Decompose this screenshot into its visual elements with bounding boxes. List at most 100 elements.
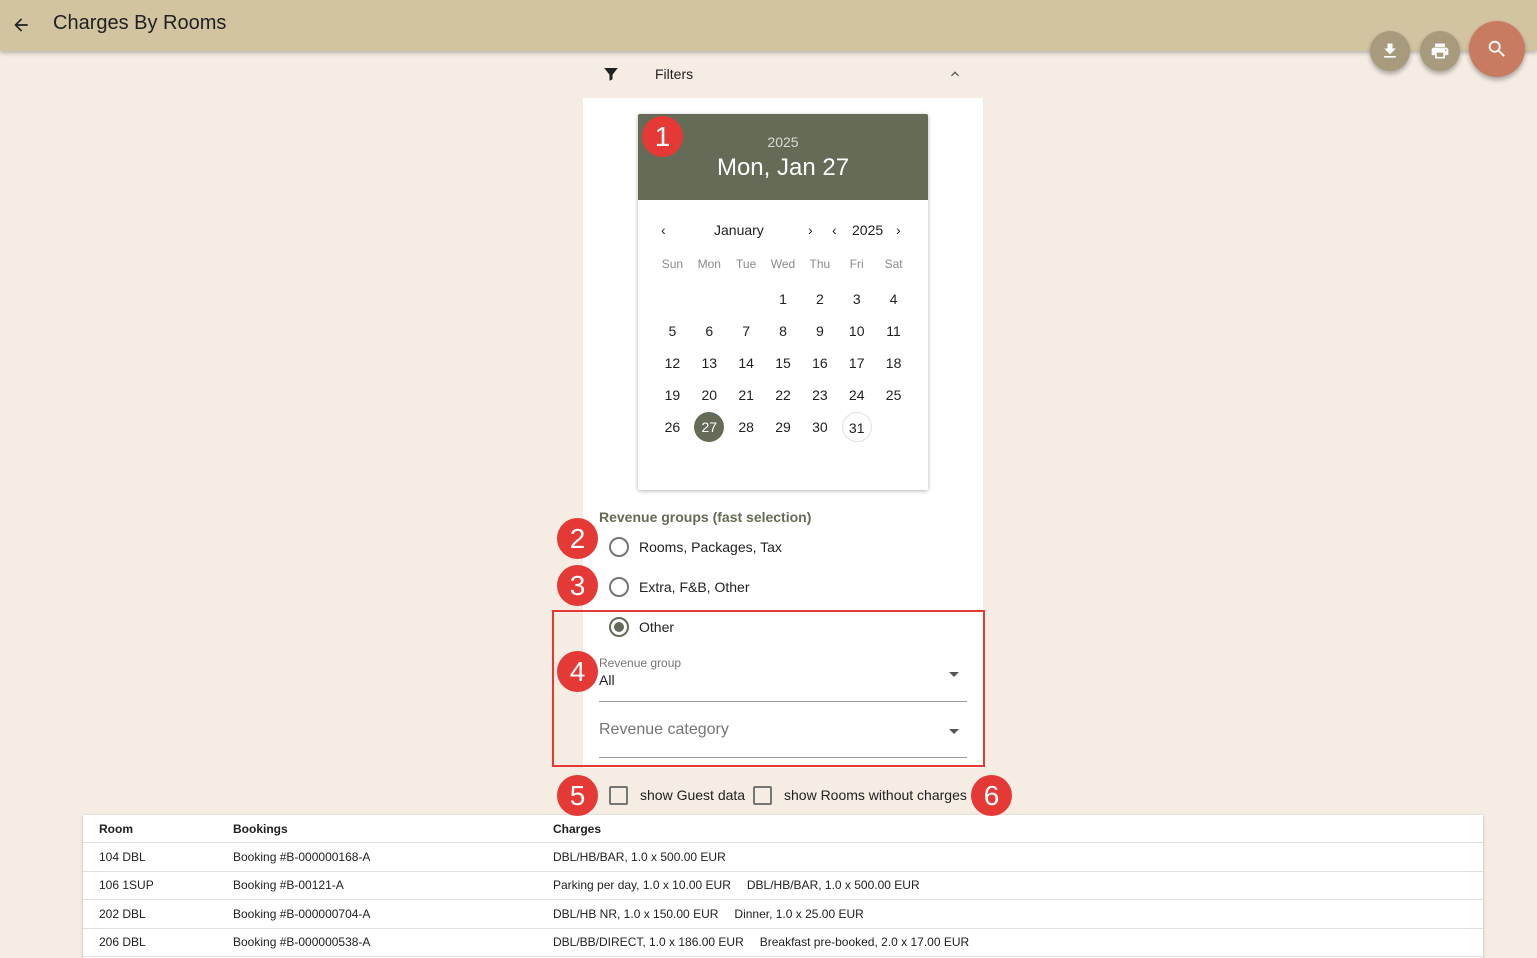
- calendar-day[interactable]: 28: [728, 411, 765, 443]
- show-guest-data-checkbox[interactable]: show Guest data: [609, 784, 745, 806]
- marker-3: 3: [557, 565, 598, 606]
- header-bookings[interactable]: Bookings: [233, 822, 553, 836]
- calendar-day[interactable]: 12: [654, 347, 691, 379]
- back-button[interactable]: [6, 9, 36, 41]
- charge-item: Breakfast pre-booked, 2.0 x 17.00 EUR: [759, 935, 970, 950]
- calendar-day[interactable]: 31: [838, 411, 875, 443]
- calendar-day[interactable]: 23: [801, 379, 838, 411]
- print-icon: [1431, 43, 1449, 59]
- calendar-day[interactable]: 5: [654, 315, 691, 347]
- calendar-day-number: 9: [815, 323, 824, 339]
- calendar-day[interactable]: 8: [765, 315, 802, 347]
- charge-item: DBL/HB/BAR, 1.0 x 500.00 EUR: [553, 849, 726, 864]
- download-button[interactable]: [1370, 31, 1410, 71]
- calendar-day-number: 3: [852, 291, 861, 307]
- calendar-day[interactable]: 14: [728, 347, 765, 379]
- calendar-day[interactable]: 2: [801, 283, 838, 315]
- calendar-day[interactable]: 1: [765, 283, 802, 315]
- calendar-day[interactable]: 27: [691, 411, 728, 443]
- calendar-day[interactable]: 4: [875, 283, 912, 315]
- table-row[interactable]: 202 DBL Booking #B-000000704-A DBL/HB NR, …: [83, 900, 1483, 929]
- highlight-box: [552, 610, 985, 767]
- header-charges[interactable]: Charges: [553, 822, 1483, 836]
- calendar-day[interactable]: 25: [875, 379, 912, 411]
- search-button[interactable]: [1469, 21, 1525, 77]
- calendar-day[interactable]: 20: [691, 379, 728, 411]
- filters-toggle[interactable]: Filters: [583, 58, 983, 90]
- calendar-day-number: 23: [812, 387, 828, 403]
- revenue-groups-title: Revenue groups (fast selection): [599, 509, 812, 525]
- checkbox-box[interactable]: [753, 785, 772, 805]
- calendar-day[interactable]: 10: [838, 315, 875, 347]
- prev-month-icon[interactable]: ‹: [661, 222, 666, 238]
- next-month-icon[interactable]: ›: [808, 222, 813, 238]
- header-room[interactable]: Room: [83, 822, 233, 836]
- back-arrow-icon: [14, 18, 28, 32]
- charges-table: Room Bookings Charges 104 DBL Booking #B-…: [83, 815, 1483, 958]
- checkbox-box[interactable]: [609, 785, 628, 805]
- calendar-day[interactable]: 6: [691, 315, 728, 347]
- cell-room: 106 1SUP: [99, 878, 154, 893]
- calendar-day[interactable]: 16: [801, 347, 838, 379]
- calendar-day[interactable]: 7: [728, 315, 765, 347]
- calendar-blank: [728, 283, 765, 315]
- radio-rooms-packages-tax[interactable]: Rooms, Packages, Tax: [609, 536, 782, 558]
- calendar-day-number: 6: [705, 323, 714, 339]
- calendar-day-number: 18: [885, 355, 902, 371]
- page-title: Charges By Rooms: [53, 12, 227, 34]
- weekday-label: Tue: [736, 257, 757, 271]
- calendar-day[interactable]: 24: [838, 379, 875, 411]
- radio-circle[interactable]: [609, 577, 629, 597]
- calendar-blank: [691, 283, 728, 315]
- print-button[interactable]: [1420, 31, 1460, 71]
- cell-booking[interactable]: Booking #B-000000538-A: [233, 935, 553, 949]
- calendar-day-number: 10: [848, 323, 865, 339]
- calendar-day-number: 12: [664, 355, 681, 371]
- calendar-day-number: 5: [668, 323, 677, 339]
- calendar-day[interactable]: 26: [654, 411, 691, 443]
- table-row[interactable]: 106 1SUP Booking #B-00121-A Parking per da…: [83, 872, 1483, 900]
- table-row[interactable]: 104 DBL Booking #B-000000168-A DBL/HB/BAR,…: [83, 843, 1483, 872]
- calendar-day[interactable]: 15: [765, 347, 802, 379]
- cell-room: 202 DBL: [99, 906, 146, 921]
- calendar-day[interactable]: 18: [875, 347, 912, 379]
- radio-label: Extra, F&B, Other: [639, 579, 750, 595]
- calendar-day[interactable]: 22: [765, 379, 802, 411]
- calendar-day-number: 11: [886, 323, 901, 339]
- calendar-day-number: 1: [779, 291, 787, 307]
- cell-booking[interactable]: Booking #B-00121-A: [233, 878, 553, 892]
- calendar-day[interactable]: 19: [654, 379, 691, 411]
- charge-item: DBL/HB NR, 1.0 x 150.00 EUR: [553, 906, 719, 921]
- calendar-day[interactable]: 30: [801, 411, 838, 443]
- app-bar: Charges By Rooms: [0, 0, 1537, 51]
- weekday-label: Wed: [770, 257, 796, 271]
- filters-label: Filters: [655, 66, 694, 82]
- date-picker: 2025 Mon, Jan 27 ‹ January › ‹ 2025 › Su…: [638, 114, 928, 490]
- weekday-label: Fri: [849, 257, 864, 271]
- table-row[interactable]: 206 DBL Booking #B-000000538-A DBL/BB/DIRE…: [83, 929, 1483, 957]
- radio-label: Rooms, Packages, Tax: [639, 539, 782, 555]
- next-year-icon[interactable]: ›: [896, 222, 901, 238]
- calendar-day[interactable]: 13: [691, 347, 728, 379]
- cell-booking[interactable]: Booking #B-000000168-A: [233, 850, 553, 864]
- calendar-day-number: 2: [815, 291, 824, 307]
- calendar-day[interactable]: 9: [801, 315, 838, 347]
- calendar-day[interactable]: 29: [765, 411, 802, 443]
- cell-charges: DBL/HB NR, 1.0 x 150.00 EUR Dinner, 1.0 x…: [553, 907, 1483, 921]
- weekday-label: Thu: [809, 257, 831, 271]
- date-picker-header: 2025 Mon, Jan 27: [638, 114, 928, 200]
- cell-booking[interactable]: Booking #B-000000704-A: [233, 907, 553, 921]
- cell-room: 206 DBL: [99, 935, 146, 950]
- chevron-up-icon[interactable]: [947, 66, 963, 82]
- marker-1: 1: [642, 116, 683, 157]
- filter-icon: [604, 68, 618, 81]
- radio-extra-fb-other[interactable]: Extra, F&B, Other: [609, 576, 749, 598]
- calendar-day[interactable]: 21: [728, 379, 765, 411]
- prev-year-icon[interactable]: ‹: [832, 222, 837, 238]
- calendar-day[interactable]: 3: [838, 283, 875, 315]
- calendar-day[interactable]: 11: [875, 315, 912, 347]
- calendar-day[interactable]: 17: [838, 347, 875, 379]
- radio-circle[interactable]: [609, 537, 629, 557]
- show-rooms-without-charges-checkbox[interactable]: show Rooms without charges: [753, 784, 967, 806]
- cell-room: 104 DBL: [99, 849, 146, 864]
